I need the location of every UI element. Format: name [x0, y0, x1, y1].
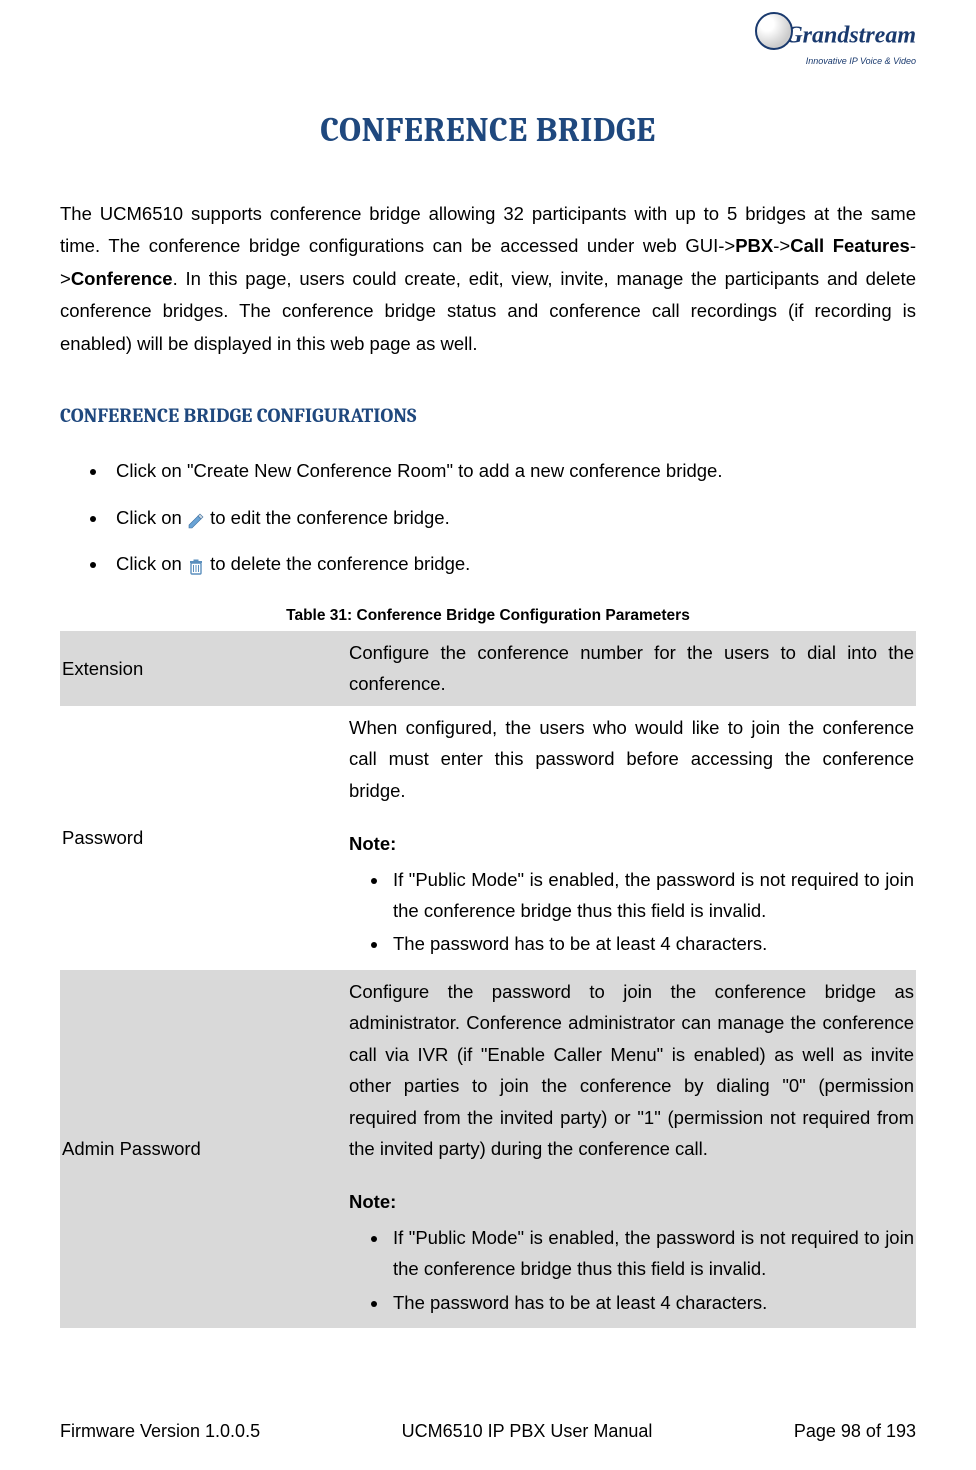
brand-tagline: Innovative IP Voice & Video: [755, 56, 916, 66]
bullet-create: Click on "Create New Conference Room" to…: [108, 457, 916, 486]
brand-name: Grandstream: [755, 18, 916, 56]
table-row: Extension Configure the conference numbe…: [60, 631, 916, 706]
bullet-delete: Click on to delete the conference bridge…: [108, 550, 916, 579]
nav-conference: Conference: [71, 268, 173, 289]
document-page: Grandstream Innovative IP Voice & Video …: [0, 0, 976, 1470]
footer-center: UCM6510 IP PBX User Manual: [402, 1421, 653, 1442]
note-label: Note:: [349, 1186, 914, 1217]
bullet-edit-pre: Click on: [116, 507, 187, 528]
footer-left: Firmware Version 1.0.0.5: [60, 1421, 260, 1442]
nav-arrow-1: ->: [773, 235, 790, 256]
admin-note-1: If "Public Mode" is enabled, the passwor…: [389, 1222, 914, 1285]
bullet-delete-post: to delete the conference bridge.: [210, 553, 470, 574]
param-desc-extension: Configure the conference number for the …: [341, 631, 916, 706]
param-desc-admin: Configure the password to join the confe…: [341, 970, 916, 1328]
table-caption: Table 31: Conference Bridge Configuratio…: [60, 607, 916, 625]
page-footer: Firmware Version 1.0.0.5 UCM6510 IP PBX …: [60, 1421, 916, 1442]
password-note-1: If "Public Mode" is enabled, the passwor…: [389, 864, 914, 927]
bullet-edit-post: to edit the conference bridge.: [210, 507, 450, 528]
intro-paragraph: The UCM6510 supports conference bridge a…: [60, 198, 916, 360]
footer-right: Page 98 of 193: [794, 1421, 916, 1442]
page-title: CONFERENCE BRIDGE: [60, 110, 916, 150]
pencil-icon: [187, 510, 205, 528]
table-row: Password When configured, the users who …: [60, 706, 916, 970]
password-note-2: The password has to be at least 4 charac…: [389, 928, 914, 959]
brand-logo: Grandstream Innovative IP Voice & Video: [755, 18, 916, 66]
params-table: Extension Configure the conference numbe…: [60, 631, 916, 1328]
password-text: When configured, the users who would lik…: [349, 712, 914, 806]
admin-note-2: The password has to be at least 4 charac…: [389, 1287, 914, 1318]
table-row: Admin Password Configure the password to…: [60, 970, 916, 1328]
nav-pbx: PBX: [735, 235, 773, 256]
param-label-admin: Admin Password: [60, 970, 341, 1328]
param-label-password: Password: [60, 706, 341, 970]
config-bullets: Click on "Create New Conference Room" to…: [60, 457, 916, 579]
trash-icon: [187, 556, 205, 574]
param-label-extension: Extension: [60, 631, 341, 706]
intro-text-2: . In this page, users could create, edit…: [60, 268, 916, 354]
bullet-delete-pre: Click on: [116, 553, 187, 574]
section-heading: CONFERENCE BRIDGE CONFIGURATIONS: [60, 404, 916, 427]
bullet-edit: Click on to edit the conference bridge.: [108, 504, 916, 533]
password-notes: If "Public Mode" is enabled, the passwor…: [349, 864, 914, 960]
admin-text: Configure the password to join the confe…: [349, 976, 914, 1165]
nav-call-features: Call Features: [790, 235, 910, 256]
admin-notes: If "Public Mode" is enabled, the passwor…: [349, 1222, 914, 1318]
note-label: Note:: [349, 828, 914, 859]
param-desc-password: When configured, the users who would lik…: [341, 706, 916, 970]
